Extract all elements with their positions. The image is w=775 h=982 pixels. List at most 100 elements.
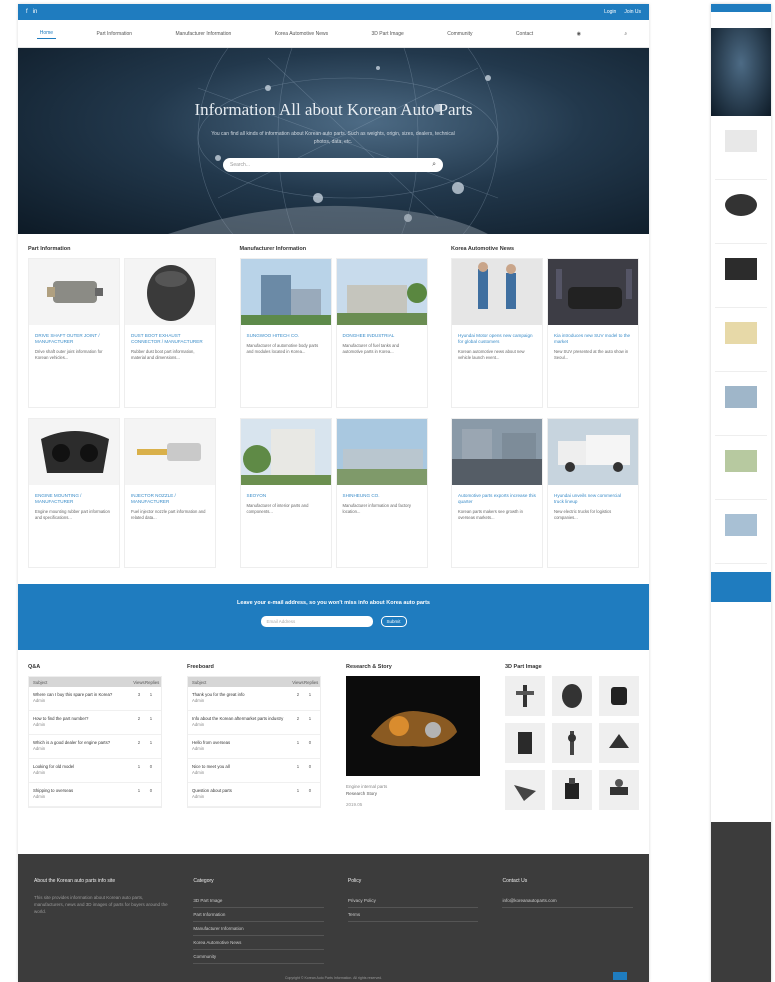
nav-contact[interactable]: Contact [513, 29, 536, 39]
newsletter-email-input[interactable]: Email Address [260, 616, 373, 627]
news-card[interactable]: Hyundai unveils new commercial truck lin… [547, 418, 639, 568]
table-row[interactable]: How to find the part number? Admin 2 1 [29, 711, 161, 735]
card-title[interactable]: Hyundai unveils new commercial truck lin… [548, 485, 638, 505]
scroll-top-button[interactable] [613, 972, 627, 980]
row-subject[interactable]: Info about the Korean aftermarket parts … [192, 716, 283, 721]
card-description: Manufacturer of interior parts and compo… [246, 503, 309, 514]
row-views: 2 [137, 716, 141, 721]
card-title[interactable]: SUNGWOO HITECH CO. [241, 325, 331, 339]
mobile-hero [711, 28, 771, 116]
nav-manufacturer-information[interactable]: Manufacturer Information [172, 29, 234, 39]
table-row[interactable]: Which is a good dealer for engine parts?… [29, 735, 161, 759]
footer-link[interactable]: Terms [347, 908, 479, 922]
news-card[interactable]: Hyundai Motor opens new campaign for glo… [451, 258, 543, 408]
footer-link[interactable]: Community [193, 950, 324, 964]
gallery-item[interactable] [599, 770, 639, 810]
row-replies: 0 [149, 764, 153, 769]
card-title[interactable]: SHINHEUNG CO. [337, 485, 427, 499]
table-row[interactable]: Question about parts Admin 1 0 [188, 783, 320, 807]
research-caption[interactable]: Engine internal parts [346, 784, 480, 789]
table-row[interactable]: Hello from overseas Admin 1 0 [188, 735, 320, 759]
table-row[interactable]: Nice to meet you all Admin 1 0 [188, 759, 320, 783]
search-icon[interactable]: ⌕ [621, 29, 630, 39]
card-title[interactable]: SEOYON [241, 485, 331, 499]
footer-link[interactable]: Part Information [193, 908, 324, 922]
row-subject[interactable]: Looking for old model [33, 764, 74, 769]
account-links: Login Join Us [604, 9, 641, 15]
footer-link[interactable]: Korea Automotive News [193, 936, 324, 950]
globe-icon[interactable]: ◉ [574, 29, 584, 39]
gallery-item[interactable] [599, 676, 639, 716]
gallery-item[interactable] [599, 723, 639, 763]
search-icon[interactable]: ⌕ [432, 161, 436, 169]
gallery-item[interactable] [552, 770, 592, 810]
news-card[interactable]: Automotive parts exports increase this q… [451, 418, 543, 568]
row-subject[interactable]: Which is a good dealer for engine parts? [33, 740, 110, 745]
row-subject[interactable]: How to find the part number? [33, 716, 88, 721]
footer-link[interactable]: Privacy Policy [347, 894, 479, 908]
table-row[interactable]: Shipping to overseas Admin 1 0 [29, 783, 161, 807]
card-title[interactable]: INJECTOR NOZZLE / MANUFACTURER [125, 485, 215, 505]
footer-link[interactable]: Manufacturer Information [193, 922, 324, 936]
manufacturer-card[interactable]: SUNGWOO HITECH CO. Manufacturer of autom… [239, 258, 332, 408]
linkedin-icon[interactable]: in [33, 9, 38, 15]
row-subject[interactable]: Nice to meet you all [192, 764, 230, 769]
row-author: Admin [192, 794, 205, 799]
nav-home[interactable]: Home [36, 28, 57, 39]
row-subject[interactable]: Question about parts [192, 788, 232, 793]
hero-search-input[interactable]: Search... ⌕ [223, 158, 443, 172]
manufacturer-card[interactable]: SEOYON Manufacturer of interior parts an… [239, 418, 332, 568]
table-row[interactable]: Info about the Korean aftermarket parts … [188, 711, 320, 735]
part-card[interactable]: DRIVE SHAFT OUTER JOINT / MANUFACTURER D… [28, 258, 120, 408]
card-title[interactable]: Hyundai Motor opens new campaign for glo… [452, 325, 542, 345]
row-subject[interactable]: Where can I buy this spare part in Korea… [33, 692, 112, 697]
card-title[interactable]: DRIVE SHAFT OUTER JOINT / MANUFACTURER [29, 325, 119, 345]
manufacturer-image [240, 419, 331, 485]
part-card[interactable]: INJECTOR NOZZLE / MANUFACTURER Fuel inje… [124, 418, 216, 568]
part-card[interactable]: DUST BOOT EXHAUST CONNECTOR / MANUFACTUR… [124, 258, 216, 408]
card-description: Rubber dust boot part information, mater… [131, 349, 195, 360]
row-author: Admin [192, 698, 205, 703]
gallery-item[interactable] [505, 723, 545, 763]
part-card[interactable]: ENGINE MOUNTING / MANUFACTURER Engine mo… [28, 418, 120, 568]
card-title[interactable]: Kia introduces new SUV model to the mark… [548, 325, 638, 345]
login-link[interactable]: Login [604, 9, 616, 15]
table-row[interactable]: Looking for old model Admin 1 0 [29, 759, 161, 783]
gallery-item[interactable] [552, 676, 592, 716]
card-title[interactable]: Automotive parts exports increase this q… [452, 485, 542, 505]
manufacturer-card[interactable]: DONGHEE INDUSTRIAL Manufacturer of fuel … [335, 258, 428, 408]
gallery-item[interactable] [552, 723, 592, 763]
row-author: Admin [33, 746, 46, 751]
card-description: Korean parts makers see growth in overse… [458, 509, 523, 520]
card-title[interactable]: ENGINE MOUNTING / MANUFACTURER [29, 485, 119, 505]
card-title[interactable]: DUST BOOT EXHAUST CONNECTOR / MANUFACTUR… [125, 325, 215, 345]
row-subject[interactable]: Shipping to overseas [33, 788, 73, 793]
card-title[interactable]: DONGHEE INDUSTRIAL [337, 325, 427, 339]
news-card[interactable]: Kia introduces new SUV model to the mark… [547, 258, 639, 408]
row-subject[interactable]: Thank you for the great info [192, 692, 245, 697]
newsletter-submit-button[interactable]: Submit [380, 616, 407, 627]
research-image[interactable] [346, 676, 480, 776]
footer-about: About the Korean auto parts info site Th… [34, 878, 169, 982]
row-subject[interactable]: Hello from overseas [192, 740, 230, 745]
search-placeholder: Search... [230, 162, 251, 168]
nav-part-information[interactable]: Part Information [93, 29, 135, 39]
col-subject: Subject [33, 679, 48, 685]
gallery-item[interactable] [505, 770, 545, 810]
nav-3d-part-image[interactable]: 3D Part Image [369, 29, 407, 39]
table-row[interactable]: Thank you for the great info Admin 2 1 [188, 687, 320, 711]
section-title: Manufacturer Information [239, 246, 307, 252]
card-description: Drive shaft outer joint information for … [35, 349, 103, 360]
gallery-item[interactable] [505, 676, 545, 716]
nav-korea-automotive-news[interactable]: Korea Automotive News [272, 29, 331, 39]
facebook-icon[interactable]: f [26, 9, 28, 15]
join-link[interactable]: Join Us [624, 9, 641, 15]
manufacturer-card[interactable]: SHINHEUNG CO. Manufacturer information a… [335, 418, 428, 568]
manufacturer-image [336, 419, 427, 485]
nav-community[interactable]: Community [444, 29, 475, 39]
footer-contact-email[interactable]: info@koreanautoparts.com [502, 894, 634, 908]
card-description: Manufacturer of fuel tanks and automotiv… [342, 343, 400, 354]
table-row[interactable]: Where can I buy this spare part in Korea… [29, 687, 161, 711]
news-image [548, 419, 638, 485]
footer-link[interactable]: 3D Part Image [193, 894, 324, 908]
